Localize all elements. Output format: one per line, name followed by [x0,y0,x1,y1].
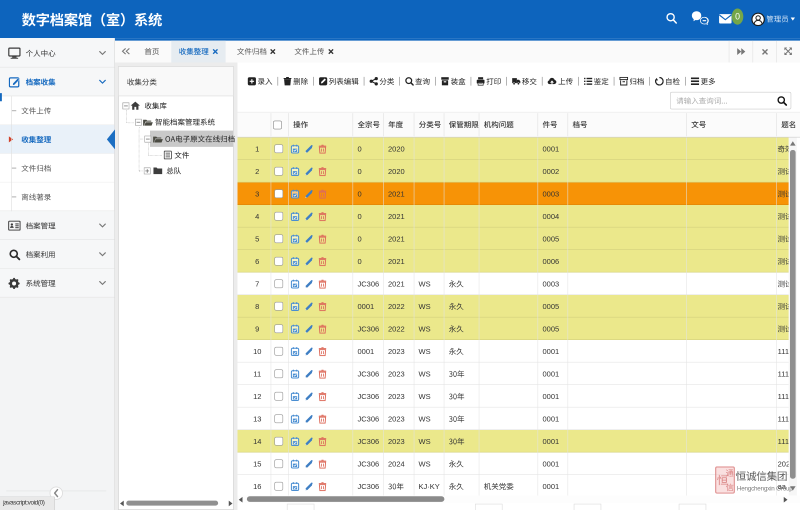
svg-text:0: 0 [735,12,740,22]
